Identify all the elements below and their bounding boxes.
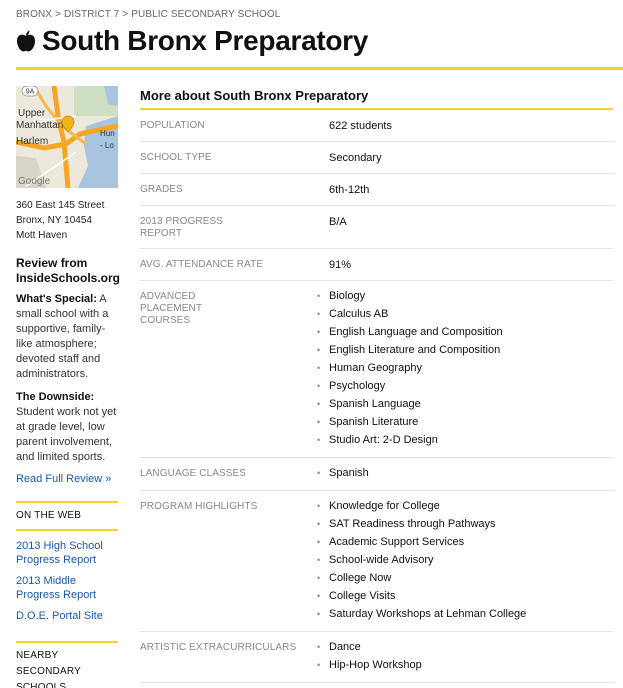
list-item: English Language and Composition — [317, 323, 613, 341]
row-key: ARTISTIC EXTRACURRICULARS — [140, 631, 329, 683]
row-key: POPULATION — [140, 110, 329, 142]
list-item: Human Geography — [317, 359, 613, 377]
list-item: Spanish — [317, 464, 613, 482]
list-item: Biology — [317, 287, 613, 305]
review-downside-text: Student work not yet at grade level, low… — [16, 406, 117, 463]
nearby-schools-heading: NEARBY SECONDARY SCHOOLS — [16, 650, 81, 688]
row-value: B/A — [329, 205, 613, 249]
on-the-web-links: 2013 High School Progress Report 2013 Mi… — [16, 531, 118, 623]
location-map[interactable]: 9A Upper Manhattan Harlem Hun - Lo Googl… — [16, 86, 118, 188]
map-label: Harlem — [16, 136, 48, 147]
list-item: Academic Support Services — [317, 533, 613, 551]
table-row: LANGUAGE CLASSES Spanish — [140, 457, 613, 491]
breadcrumb: BRONX > DISTRICT 7 > PUBLIC SECONDARY SCHOOL — [16, 9, 280, 20]
table-row: PROGRAM HIGHLIGHTS Knowledge for College… — [140, 490, 613, 632]
arts-list: Dance Hip-Hop Workshop — [317, 638, 613, 674]
table-row: GRADES 6th-12th — [140, 173, 613, 206]
review-special: What's Special: A small school with a su… — [16, 292, 118, 382]
row-value: 622 students — [329, 110, 613, 142]
row-key: GRADES — [140, 173, 329, 206]
page-title: South Bronx Preparatory — [42, 25, 369, 56]
breadcrumb-separator: > — [55, 9, 62, 20]
row-value: 91% — [329, 248, 613, 281]
review-downside: The Downside: Student work not yet at gra… — [16, 390, 118, 465]
row-key-text: ADVANCED PLACEMENT COURSES — [140, 291, 202, 326]
table-row: ADVANCED PLACEMENT COURSES Biology Calcu… — [140, 280, 613, 458]
map-label: - Lo — [100, 141, 114, 150]
list-item: Saturday Workshops at Lehman College — [317, 605, 613, 623]
on-the-web-heading: ON THE WEB — [16, 510, 82, 521]
row-value: Knowledge for College SAT Readiness thro… — [317, 490, 613, 632]
breadcrumb-item-district[interactable]: DISTRICT 7 — [64, 9, 119, 20]
list-item: Calculus AB — [317, 305, 613, 323]
table-row: AVG. ATTENDANCE RATE 91% — [140, 248, 613, 281]
list-item: College Now — [317, 569, 613, 587]
list-item: Spanish Language — [317, 395, 613, 413]
row-value: Biology Calculus AB English Language and… — [317, 280, 613, 458]
read-full-review-link[interactable]: Read Full Review » — [16, 473, 118, 485]
details-table: POPULATION 622 students SCHOOL TYPE Seco… — [140, 110, 613, 683]
sidebar: 9A Upper Manhattan Harlem Hun - Lo Googl… — [16, 86, 121, 688]
review-special-label: What's Special: — [16, 293, 97, 305]
review-heading: Review from InsideSchools.org — [16, 256, 121, 285]
row-value: 6th-12th — [329, 173, 613, 206]
list-item: Psychology — [317, 377, 613, 395]
header-divider — [16, 67, 623, 70]
map-label: Upper — [18, 108, 46, 119]
web-link-middle-progress-report[interactable]: 2013 Middle Progress Report — [16, 574, 118, 602]
row-key: PROGRAM HIGHLIGHTS — [140, 490, 329, 632]
table-row: SCHOOL TYPE Secondary — [140, 141, 613, 174]
program-highlights-list: Knowledge for College SAT Readiness thro… — [317, 497, 613, 623]
breadcrumb-item-borough[interactable]: BRONX — [16, 9, 52, 20]
review-downside-label: The Downside: — [16, 391, 95, 403]
neighborhood: Mott Haven — [16, 230, 68, 241]
row-key-text: 2013 PROGRESS REPORT — [140, 216, 224, 239]
address-block: 360 East 145 Street Bronx, NY 10454 Mott… — [16, 198, 118, 243]
row-key: ADVANCED PLACEMENT COURSES — [140, 280, 329, 458]
address-line: 360 East 145 Street — [16, 200, 105, 211]
map-attribution: Google — [18, 176, 51, 187]
table-row: ARTISTIC EXTRACURRICULARS Dance Hip-Hop … — [140, 631, 613, 683]
list-item: Spanish Literature — [317, 413, 613, 431]
list-item: School-wide Advisory — [317, 551, 613, 569]
table-row: POPULATION 622 students — [140, 110, 613, 142]
details-heading: More about South Bronx Preparatory — [140, 88, 369, 103]
list-item: College Visits — [317, 587, 613, 605]
row-key: 2013 PROGRESS REPORT — [140, 205, 329, 249]
page-header: South Bronx Preparatory — [16, 24, 368, 58]
list-item: Studio Art: 2-D Design — [317, 431, 613, 449]
row-value: Spanish — [317, 457, 613, 491]
row-key: SCHOOL TYPE — [140, 141, 329, 174]
review-special-text: A small school with a supportive, family… — [16, 293, 109, 380]
list-item: Knowledge for College — [317, 497, 613, 515]
address-line: Bronx, NY 10454 — [16, 215, 92, 226]
map-label-route: 9A — [26, 89, 35, 96]
row-value: Secondary — [329, 141, 613, 174]
breadcrumb-item-type[interactable]: PUBLIC SECONDARY SCHOOL — [131, 9, 280, 20]
language-list: Spanish — [317, 464, 613, 482]
school-details: More about South Bronx Preparatory POPUL… — [140, 86, 613, 683]
map-label: Manhattan — [16, 120, 63, 131]
apple-icon — [17, 30, 35, 52]
web-link-hs-progress-report[interactable]: 2013 High School Progress Report — [16, 539, 118, 567]
row-value: Dance Hip-Hop Workshop — [317, 631, 613, 683]
list-item: English Literature and Composition — [317, 341, 613, 359]
row-key: LANGUAGE CLASSES — [140, 457, 329, 491]
list-item: SAT Readiness through Pathways — [317, 515, 613, 533]
list-item: Dance — [317, 638, 613, 656]
web-link-doe-portal[interactable]: D.O.E. Portal Site — [16, 609, 118, 623]
row-key: AVG. ATTENDANCE RATE — [140, 248, 329, 281]
map-label: Hun — [100, 129, 115, 138]
ap-course-list: Biology Calculus AB English Language and… — [317, 287, 613, 449]
breadcrumb-separator: > — [122, 9, 129, 20]
list-item: Hip-Hop Workshop — [317, 656, 613, 674]
table-row: 2013 PROGRESS REPORT B/A — [140, 205, 613, 249]
